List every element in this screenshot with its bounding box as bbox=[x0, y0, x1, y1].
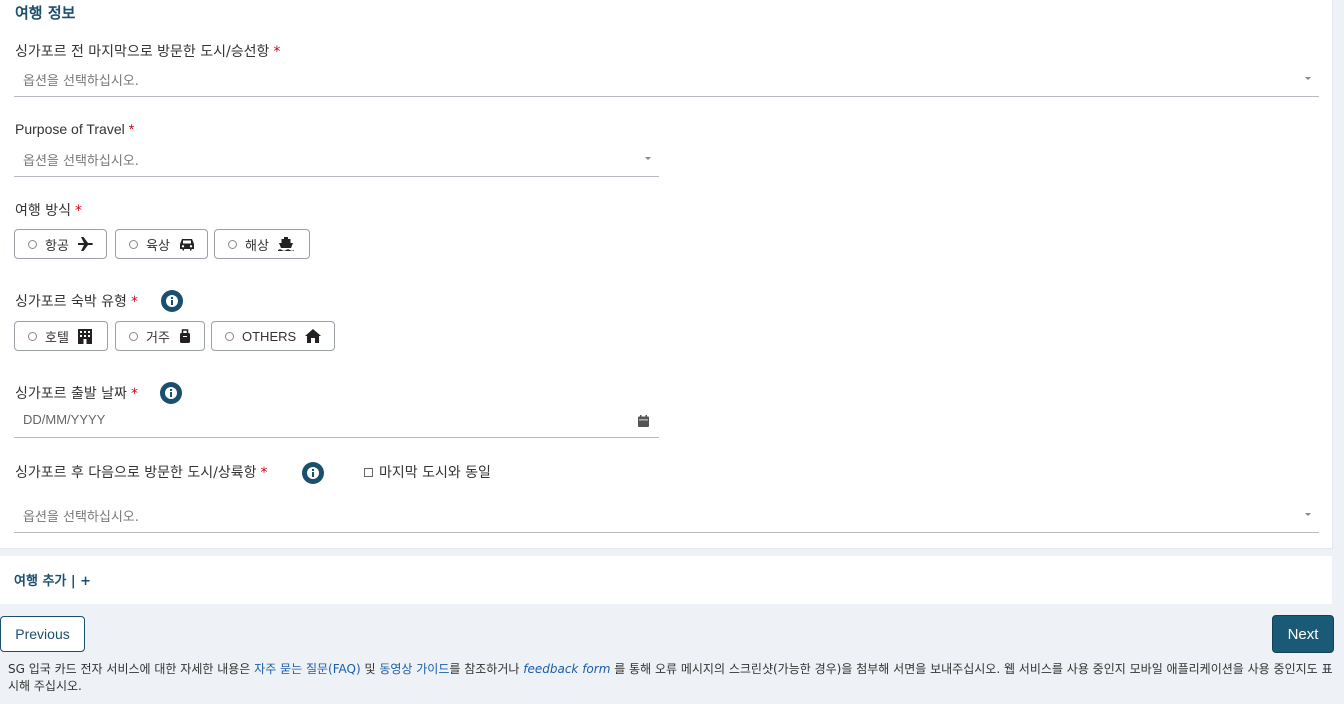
required-marker: * bbox=[130, 386, 138, 402]
required-marker: * bbox=[128, 121, 135, 137]
next-city-select[interactable]: 옵션을 선택하십시오. bbox=[14, 496, 1319, 533]
video-guide-link[interactable]: 동영상 가이드 bbox=[379, 662, 449, 676]
ship-icon bbox=[277, 237, 294, 251]
add-trip-link[interactable]: 여행 추가 | + bbox=[14, 570, 91, 589]
accommodation-label: 싱가포르 숙박 유형 * bbox=[15, 294, 138, 310]
next-city-placeholder: 옵션을 선택하십시오. bbox=[23, 510, 139, 525]
home-icon bbox=[305, 329, 322, 343]
required-marker: * bbox=[74, 203, 82, 219]
travel-mode-label: 여행 방식 * bbox=[15, 203, 82, 219]
chevron-down-icon bbox=[1305, 513, 1311, 516]
radio-button[interactable] bbox=[228, 239, 237, 249]
faq-link[interactable]: 자주 묻는 질문(FAQ) bbox=[254, 662, 360, 676]
departure-date-label: 싱가포르 출발 날짜 * bbox=[15, 386, 138, 402]
departure-date-input[interactable]: DD/MM/YYYY bbox=[14, 402, 659, 438]
hotel-icon bbox=[77, 328, 92, 344]
last-city-label: 싱가포르 전 마지막으로 방문한 도시/승선항 * bbox=[15, 44, 281, 60]
add-trip-card: 여행 추가 | + bbox=[0, 556, 1332, 604]
required-marker: * bbox=[260, 465, 268, 481]
travel-mode-land-option[interactable]: 육상 bbox=[115, 229, 208, 259]
same-as-last-city-checkbox[interactable]: 마지막 도시와 동일 bbox=[364, 462, 491, 482]
next-button[interactable]: Next bbox=[1272, 615, 1334, 653]
travel-info-card: 여행 정보 싱가포르 전 마지막으로 방문한 도시/승선항 * 옵션을 선택하십시… bbox=[0, 0, 1333, 549]
radio-button[interactable] bbox=[225, 331, 234, 341]
required-marker: * bbox=[130, 294, 138, 310]
travel-mode-air-option[interactable]: 항공 bbox=[14, 229, 107, 259]
section-title: 여행 정보 bbox=[15, 4, 76, 22]
radio-button[interactable] bbox=[28, 239, 37, 249]
info-icon[interactable] bbox=[302, 462, 324, 484]
previous-button[interactable]: Previous bbox=[0, 616, 85, 652]
car-icon bbox=[179, 238, 195, 251]
plane-icon bbox=[77, 237, 94, 251]
chevron-down-icon bbox=[1305, 77, 1311, 80]
calendar-icon[interactable] bbox=[638, 412, 649, 431]
travel-mode-sea-option[interactable]: 해상 bbox=[214, 229, 310, 259]
luggage-icon bbox=[179, 328, 191, 344]
accommodation-others-option[interactable]: OTHERS bbox=[211, 321, 335, 351]
feedback-form-link[interactable]: feedback form bbox=[523, 662, 610, 676]
accommodation-hotel-option[interactable]: 호텔 bbox=[14, 321, 108, 351]
next-city-label: 싱가포르 후 다음으로 방문한 도시/상륙항 * bbox=[15, 465, 268, 481]
radio-button[interactable] bbox=[129, 331, 138, 341]
last-city-select[interactable]: 옵션을 선택하십시오. bbox=[14, 60, 1319, 97]
accommodation-residence-option[interactable]: 거주 bbox=[115, 321, 205, 351]
last-city-placeholder: 옵션을 선택하십시오. bbox=[23, 74, 139, 89]
checkbox[interactable] bbox=[364, 467, 373, 477]
radio-button[interactable] bbox=[28, 331, 37, 341]
info-icon[interactable] bbox=[161, 290, 183, 312]
checkbox-label: 마지막 도시와 동일 bbox=[379, 465, 491, 481]
chevron-down-icon bbox=[645, 157, 651, 160]
radio-button[interactable] bbox=[129, 239, 138, 249]
purpose-label: Purpose of Travel * bbox=[15, 121, 135, 137]
purpose-select[interactable]: 옵션을 선택하십시오. bbox=[14, 140, 659, 177]
footer-help-text: SG 입국 카드 전자 서비스에 대한 자세한 내용은 자주 묻는 질문(FAQ… bbox=[8, 662, 1333, 693]
date-placeholder: DD/MM/YYYY bbox=[23, 412, 106, 427]
info-icon[interactable] bbox=[160, 382, 182, 404]
purpose-placeholder: 옵션을 선택하십시오. bbox=[23, 154, 139, 169]
required-marker: * bbox=[273, 44, 281, 60]
